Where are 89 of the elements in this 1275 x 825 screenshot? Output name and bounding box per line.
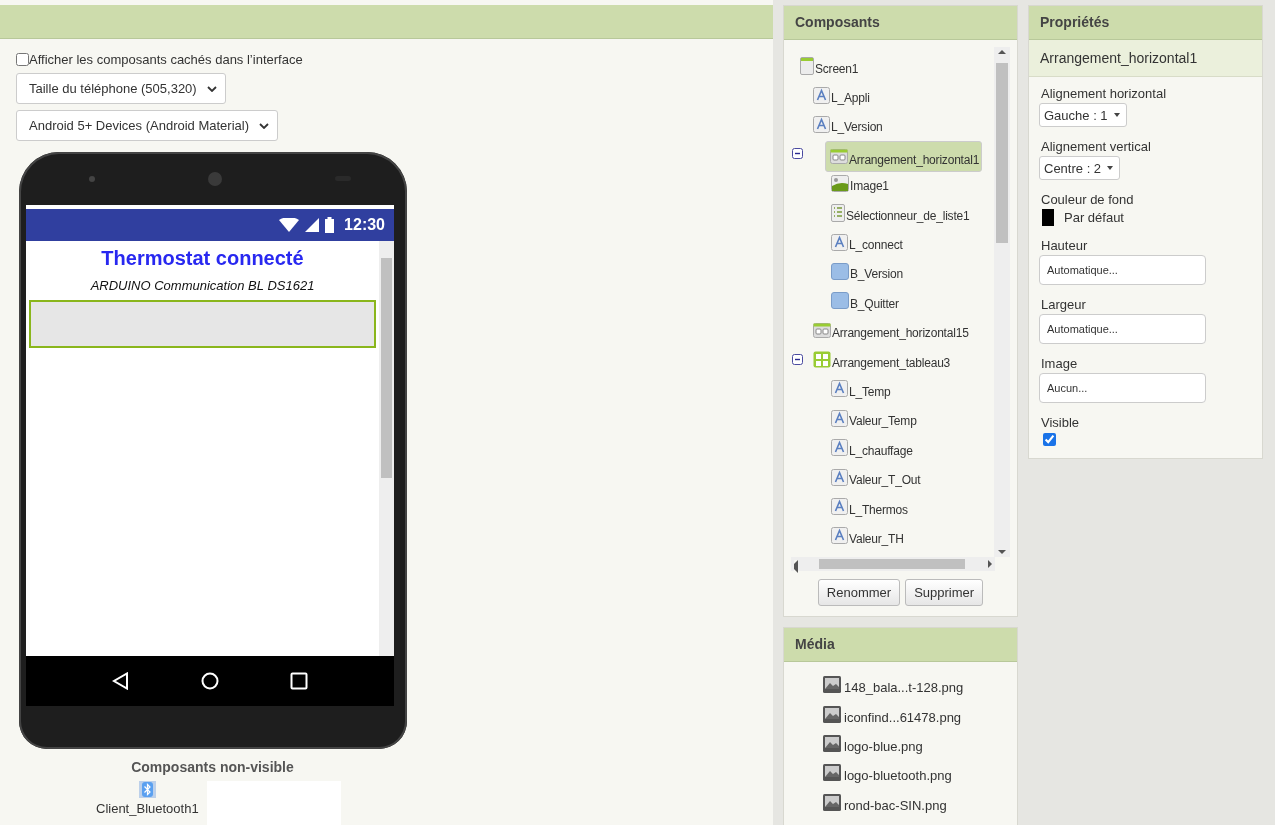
input-field[interactable]: Aucun... bbox=[1039, 373, 1206, 403]
label-icon bbox=[831, 439, 848, 457]
app-subtitle: ARDUINO Communication BL DS1621 bbox=[89, 278, 316, 293]
dropdown[interactable]: Gauche : 1 bbox=[1039, 103, 1127, 127]
image-file-icon bbox=[823, 676, 841, 694]
property-label: Largeur bbox=[1041, 297, 1087, 312]
chevron-icon bbox=[259, 122, 270, 129]
home-icon[interactable] bbox=[201, 672, 219, 690]
status-time: 12:30 bbox=[344, 216, 385, 234]
panel-header: Composants bbox=[784, 6, 1017, 40]
label-icon bbox=[831, 498, 848, 516]
action-button[interactable]: Renommer bbox=[817, 579, 901, 606]
panel-header: Propriétés bbox=[1029, 6, 1262, 40]
color-swatch[interactable] bbox=[1042, 209, 1054, 226]
tree-item[interactable]: L_connect bbox=[827, 228, 905, 257]
media-file[interactable]: logo-blue.png bbox=[844, 738, 923, 754]
media-file[interactable]: rond-bac-SIN.png bbox=[844, 797, 947, 813]
image-file-icon bbox=[823, 793, 841, 811]
speaker-icon bbox=[208, 171, 222, 186]
button-icon bbox=[831, 262, 849, 280]
tree-item[interactable]: Sélectionneur_de_liste1 bbox=[827, 198, 972, 227]
collapse-icon[interactable] bbox=[792, 354, 803, 366]
chevron-icon bbox=[206, 85, 217, 92]
app-title: Thermostat connecté bbox=[100, 247, 305, 270]
image-icon bbox=[831, 174, 849, 192]
screen-icon bbox=[800, 56, 814, 75]
tree-item[interactable]: Valeur_Temp bbox=[827, 404, 919, 433]
checkbox[interactable] bbox=[16, 53, 29, 66]
image-file-icon bbox=[823, 734, 841, 752]
tree-item[interactable]: B_Version bbox=[827, 257, 905, 286]
recents-icon[interactable] bbox=[290, 672, 309, 690]
image-file-icon bbox=[823, 764, 841, 782]
label-icon bbox=[831, 468, 848, 486]
property-label: Visible bbox=[1041, 415, 1081, 430]
collapse-icon[interactable] bbox=[792, 148, 803, 160]
button-icon bbox=[831, 292, 849, 310]
input-field[interactable]: Automatique... bbox=[1039, 255, 1206, 285]
arrangement-icon bbox=[830, 149, 848, 165]
panel-header: Média bbox=[784, 628, 1017, 662]
color-value[interactable]: Par défaut bbox=[1064, 210, 1124, 225]
property-label: Alignement vertical bbox=[1041, 139, 1152, 154]
tree-item[interactable]: L_Thermos bbox=[827, 492, 910, 521]
scrollbar[interactable] bbox=[791, 557, 995, 571]
action-button[interactable]: Supprimer bbox=[905, 579, 984, 606]
property-label: Couleur de fond bbox=[1041, 192, 1135, 207]
tree-item[interactable]: L_Temp bbox=[827, 375, 893, 403]
tree-item[interactable]: Arrangement_horizontal1 bbox=[825, 141, 983, 173]
checkbox[interactable] bbox=[1043, 433, 1056, 446]
media-file[interactable]: iconfind...61478.png bbox=[844, 709, 962, 725]
label-icon bbox=[813, 86, 830, 104]
label-icon bbox=[831, 380, 848, 398]
checkbox-label: Afficher les composants cachés dans l’interface bbox=[29, 52, 303, 67]
label-icon bbox=[831, 527, 848, 545]
tree-item[interactable]: Valeur_TH bbox=[827, 521, 906, 550]
tree-item[interactable]: Arrangement_horizontal15 bbox=[809, 316, 971, 345]
section-title: Composants non-visible bbox=[130, 759, 295, 775]
property-label: Image bbox=[1041, 356, 1079, 371]
property-label: Hauteur bbox=[1041, 238, 1089, 253]
image-file-icon bbox=[823, 705, 841, 723]
signal-icon bbox=[305, 218, 320, 232]
tree-item[interactable]: L_chauffage bbox=[827, 433, 915, 462]
property-label: Alignement horizontal bbox=[1041, 86, 1168, 101]
tree-item[interactable]: L_Appli bbox=[809, 81, 872, 110]
tree-item[interactable]: L_Version bbox=[809, 110, 885, 139]
list-icon bbox=[831, 203, 845, 222]
wifi-icon bbox=[279, 218, 300, 232]
component-name: Client_Bluetooth1 bbox=[96, 801, 199, 816]
label-icon bbox=[831, 409, 848, 427]
bluetooth-icon[interactable] bbox=[138, 781, 156, 798]
input-field[interactable]: Automatique... bbox=[1039, 314, 1206, 344]
tree-item[interactable]: B_Quitter bbox=[827, 286, 901, 315]
scrollbar[interactable] bbox=[379, 241, 394, 656]
media-file[interactable]: 148_bala...t-128.png bbox=[844, 680, 964, 696]
dropdown[interactable]: Taille du téléphone (505,320) bbox=[16, 73, 226, 104]
scrollbar[interactable] bbox=[994, 47, 1010, 557]
table-icon bbox=[813, 351, 831, 369]
label-icon bbox=[831, 233, 848, 251]
label-icon bbox=[813, 115, 830, 133]
battery-icon bbox=[325, 217, 335, 233]
camera-icon bbox=[89, 175, 95, 182]
tree-item[interactable]: Screen1 bbox=[796, 51, 861, 80]
dropdown[interactable]: Centre : 2 bbox=[1039, 156, 1121, 180]
back-icon[interactable] bbox=[111, 672, 130, 690]
component-name: Arrangement_horizontal1 bbox=[1029, 40, 1262, 77]
dropdown[interactable]: Android 5+ Devices (Android Material) bbox=[16, 110, 279, 141]
media-file[interactable]: logo-bluetooth.png bbox=[844, 768, 952, 784]
tree-item[interactable]: Valeur_T_Out bbox=[827, 463, 923, 492]
arrangement-icon bbox=[813, 322, 831, 338]
tree-item[interactable]: Arrangement_tableau3 bbox=[809, 345, 953, 374]
